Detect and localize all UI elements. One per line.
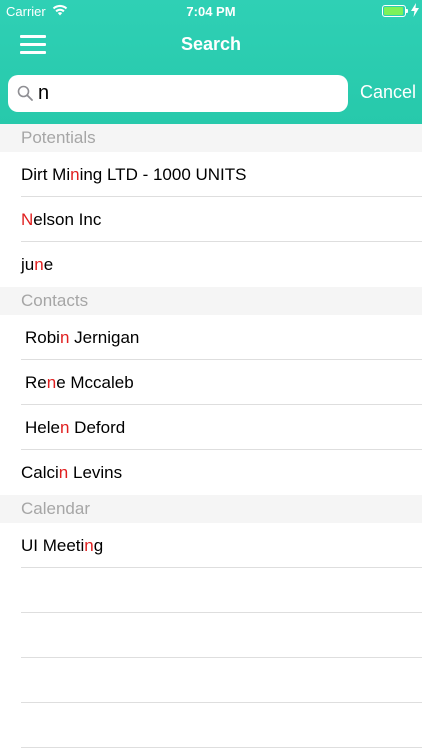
empty-row [0,613,422,658]
search-bar: Cancel [0,66,422,124]
battery-icon [382,5,408,17]
empty-row [0,658,422,703]
section-header-potentials: Potentials [0,124,422,152]
result-row[interactable]: Calcin Levins [0,450,422,495]
results-list: Potentials Dirt Mining LTD - 1000 UNITS … [0,124,422,748]
header: Carrier 7:04 PM Search n Cancel [0,0,422,124]
search-icon [17,85,33,101]
status-time: 7:04 PM [186,4,236,19]
empty-row [0,703,422,748]
empty-row [0,568,422,613]
result-row[interactable]: Dirt Mining LTD - 1000 UNITS [0,152,422,197]
nav-bar: Search [0,22,422,66]
cancel-button[interactable]: Cancel [360,82,416,103]
result-row[interactable]: UI Meeting [0,523,422,568]
result-row[interactable]: june [0,242,422,287]
section-header-calendar: Calendar [0,495,422,523]
search-field[interactable] [8,75,348,112]
result-row[interactable]: Nelson Inc [0,197,422,242]
result-row[interactable]: Rene Mccaleb [0,360,422,405]
result-row[interactable]: Helen Deford [0,405,422,450]
page-title: Search [180,34,242,54]
search-input[interactable] [38,78,338,109]
charging-icon [411,3,419,17]
section-header-contacts: Contacts [0,287,422,315]
status-bar: Carrier 7:04 PM [0,0,422,22]
result-row[interactable]: Robin Jernigan [0,315,422,360]
